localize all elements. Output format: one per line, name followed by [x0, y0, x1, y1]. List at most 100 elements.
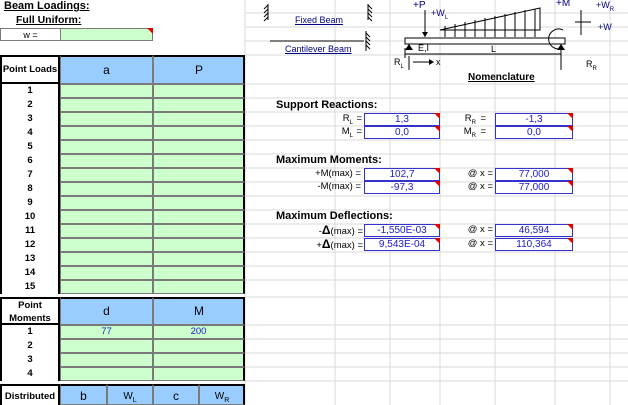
point-load-a-input[interactable]: [60, 238, 153, 252]
col-wr-sub: R: [224, 397, 230, 404]
col-wr-label: WR: [199, 391, 245, 404]
point-load-a-input[interactable]: [60, 210, 153, 224]
rl-eq: =: [356, 113, 362, 124]
point-load-p-input[interactable]: [153, 126, 245, 140]
max-deflections-title: Maximum Deflections:: [276, 210, 393, 222]
point-load-p-input[interactable]: [153, 154, 245, 168]
ml-comment-marker: [434, 126, 440, 132]
point-load-a-input[interactable]: [60, 140, 153, 154]
point-load-a-input[interactable]: [60, 168, 153, 182]
rl-label: RL: [394, 57, 404, 70]
point-moments-title-1: Point: [18, 300, 42, 311]
pos-moment-at-x: @ x =: [467, 168, 493, 179]
rl-comment-marker: [434, 113, 440, 119]
point-moment-m-input[interactable]: 200: [153, 325, 245, 339]
point-load-a-input[interactable]: [60, 98, 153, 112]
point-load-a-input[interactable]: [60, 182, 153, 196]
wl-sub: L: [444, 14, 449, 21]
mr-eq: =: [480, 126, 486, 137]
p-label: +P: [413, 0, 426, 11]
col-b-label: b: [80, 389, 87, 403]
point-load-a-input[interactable]: [60, 224, 153, 238]
point-load-row-number: 11: [0, 224, 60, 238]
point-load-p-input[interactable]: [153, 210, 245, 224]
fixed-beam-link[interactable]: Fixed Beam: [295, 15, 343, 25]
wr-text: +W: [596, 0, 610, 10]
support-reactions-title: Support Reactions:: [276, 99, 378, 111]
neg-moment-x: 77,000: [495, 181, 573, 194]
nomenclature-label: Nomenclature: [468, 72, 535, 83]
neg-deflection-x-comment-marker: [567, 224, 573, 230]
point-load-a-input[interactable]: [60, 266, 153, 280]
point-load-p-input[interactable]: [153, 252, 245, 266]
rr-comment-marker: [567, 113, 573, 119]
point-moment-d-input[interactable]: [60, 367, 153, 381]
rr-eq: =: [480, 113, 486, 124]
col-wl-text: W: [123, 391, 133, 402]
point-load-a-input[interactable]: [60, 196, 153, 210]
point-moment-d-input[interactable]: 77: [60, 325, 153, 339]
point-load-row-number: 6: [0, 154, 60, 168]
pos-delta-icon: Δ: [321, 237, 331, 251]
rl-reaction-text: R: [342, 113, 350, 124]
pos-moment-comment-marker: [434, 168, 440, 174]
point-load-p-input[interactable]: [153, 196, 245, 210]
mr-reaction-label: MR: [458, 126, 476, 142]
point-moment-d-input[interactable]: [60, 339, 153, 353]
point-load-p-input[interactable]: [153, 266, 245, 280]
point-moment-m-input[interactable]: [153, 339, 245, 353]
point-load-a-input[interactable]: [60, 112, 153, 126]
point-load-row-number: 9: [0, 196, 60, 210]
point-load-p-input[interactable]: [153, 168, 245, 182]
m-label: +M: [556, 0, 571, 9]
point-load-p-input[interactable]: [153, 84, 245, 98]
point-moment-d-input[interactable]: [60, 353, 153, 367]
neg-delta-icon: Δ: [321, 223, 331, 237]
point-load-p-input[interactable]: [153, 182, 245, 196]
neg-deflection-label: -Δ(max) =: [295, 224, 363, 238]
point-load-p-input[interactable]: [153, 224, 245, 238]
point-load-row-number: 15: [0, 280, 60, 294]
point-load-p-input[interactable]: [153, 112, 245, 126]
neg-moment-value: -97,3: [364, 181, 440, 194]
point-load-row-number: 3: [0, 112, 60, 126]
point-load-p-input[interactable]: [153, 98, 245, 112]
pos-deflection-at-x: @ x =: [467, 238, 493, 249]
mr-value: 0,0: [495, 126, 573, 139]
point-load-row-number: 8: [0, 182, 60, 196]
col-a-label: a: [103, 63, 110, 77]
mr-comment-marker: [567, 126, 573, 132]
point-load-p-input[interactable]: [153, 238, 245, 252]
l-label: L: [491, 44, 497, 54]
point-load-a-input[interactable]: [60, 84, 153, 98]
distributed-title: Distributed: [4, 391, 56, 402]
col-wl-label: WL: [107, 391, 153, 404]
point-load-a-input[interactable]: [60, 280, 153, 294]
point-load-a-input[interactable]: [60, 252, 153, 266]
rr-value: -1,3: [495, 113, 573, 126]
point-moment-m-input[interactable]: [153, 367, 245, 381]
pos-moment-value: 102,7: [364, 168, 440, 181]
point-moment-m-input[interactable]: [153, 353, 245, 367]
pos-deflection-x: 110,364: [495, 238, 573, 251]
ml-reaction-text: M: [341, 126, 350, 137]
point-moment-row-number: 3: [0, 353, 60, 367]
point-load-a-input[interactable]: [60, 126, 153, 140]
point-moment-row-number: 1: [0, 325, 60, 339]
neg-moment-at-x: @ x =: [467, 181, 493, 192]
pos-deflection-value: 9,543E-04: [364, 238, 440, 251]
point-moment-row-number: 2: [0, 339, 60, 353]
neg-deflection-x: 46,594: [495, 224, 573, 237]
full-uniform-label: Full Uniform:: [16, 14, 82, 26]
pos-moment-x-comment-marker: [567, 168, 573, 174]
cantilever-beam-link[interactable]: Cantilever Beam: [285, 44, 352, 54]
neg-moment-label: -M(max) =: [317, 181, 361, 192]
neg-deflection-at-x: @ x =: [467, 224, 493, 235]
point-load-p-input[interactable]: [153, 140, 245, 154]
col-p-label: P: [194, 63, 203, 77]
point-load-row-number: 12: [0, 238, 60, 252]
point-load-p-input[interactable]: [153, 280, 245, 294]
w-input[interactable]: [60, 28, 153, 41]
ei-label: E,I: [418, 43, 430, 53]
point-load-a-input[interactable]: [60, 154, 153, 168]
